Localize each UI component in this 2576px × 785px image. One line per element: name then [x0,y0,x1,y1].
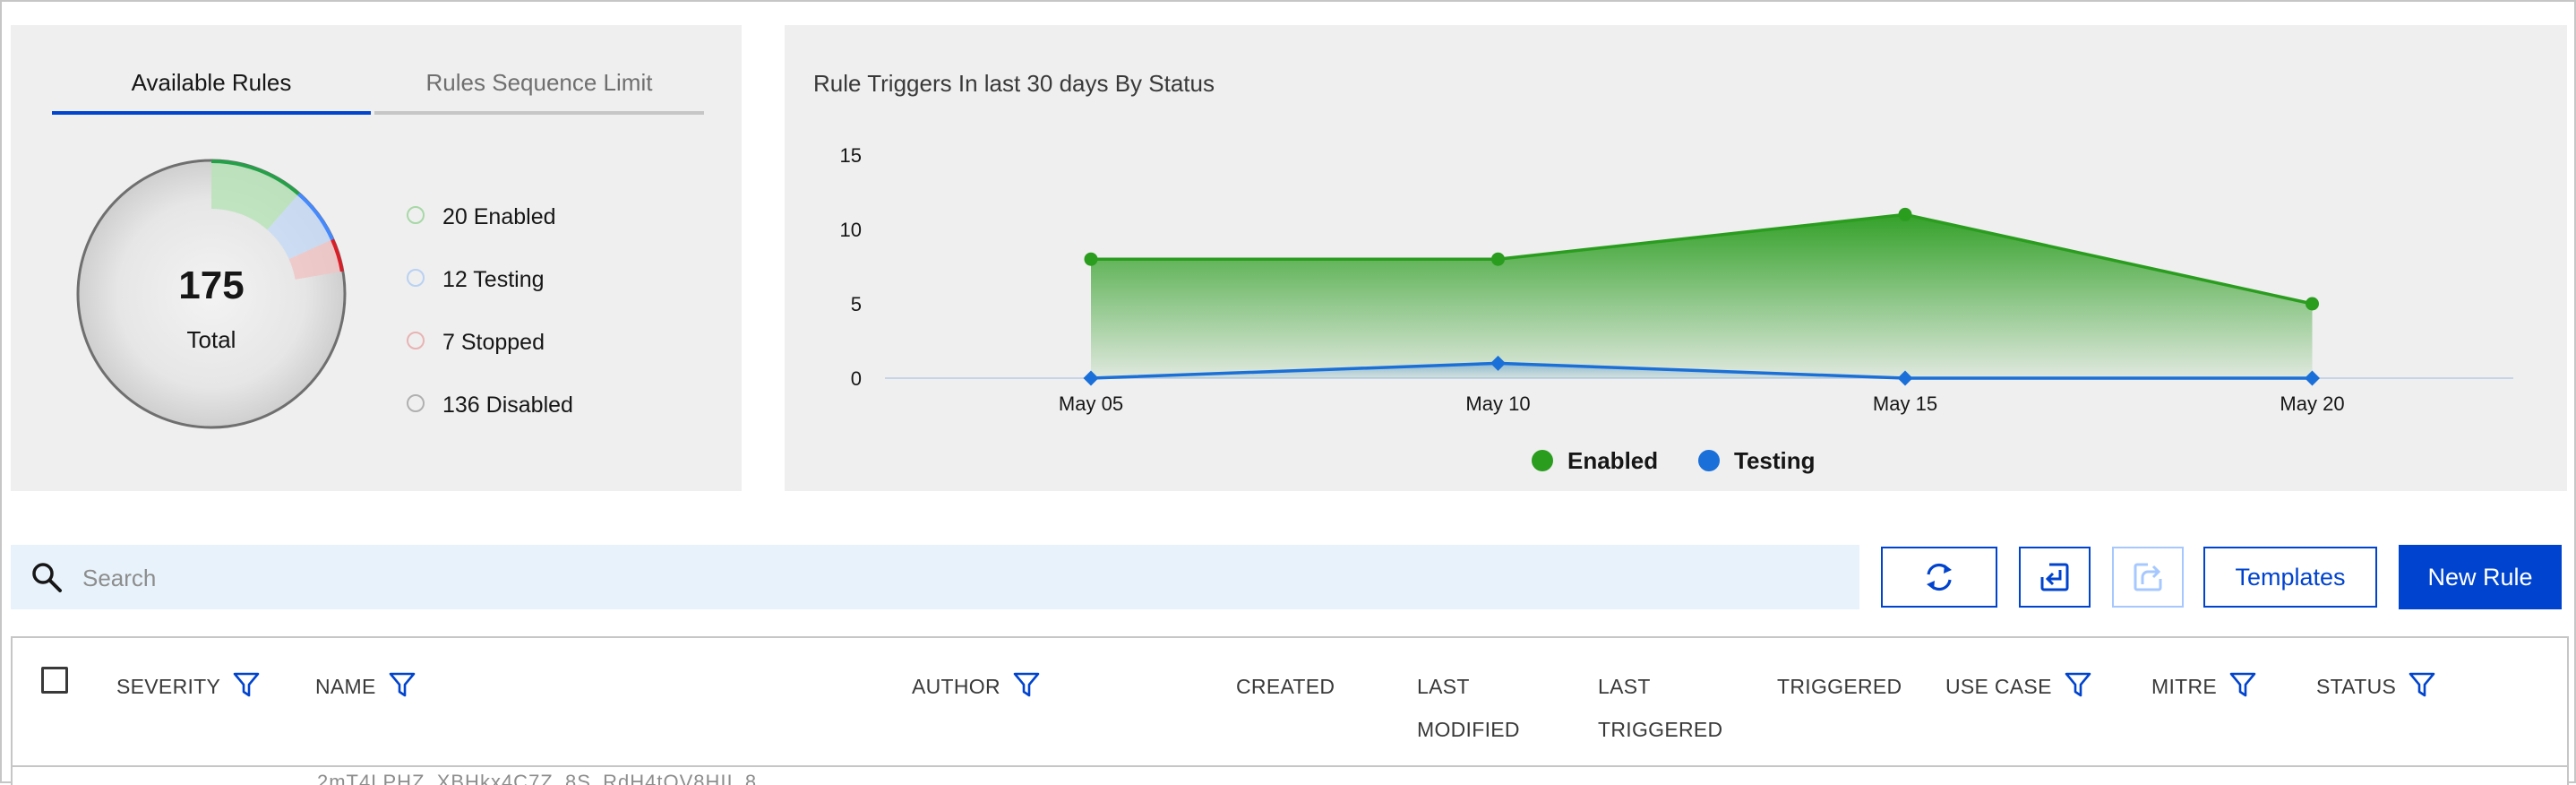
column-header-label: SEVERITY [116,675,221,698]
legend-enabled-dot-icon[interactable] [1532,450,1553,471]
legend-testing-label[interactable]: Testing [1734,447,1816,474]
column-header-label: MITRE [2151,675,2218,698]
x-tick-label: May 10 [1465,392,1530,415]
rules-page: Available Rules Rules Sequence Limit 175… [0,0,2576,785]
legend-disabled[interactable]: 136 Disabled [407,392,573,455]
column-header-label: TRIGGERED [1598,718,1723,741]
rules-table: SEVERITY NAME AUTHOR CREATED LAST MODIFIED LAS… [11,636,2569,785]
new-rule-button[interactable]: New Rule [2399,545,2562,609]
column-header-mitre[interactable]: MITRE [2151,665,2256,712]
x-tick-label: May 15 [1873,392,1937,415]
stopped-dot-icon [407,332,425,349]
column-header-name[interactable]: NAME [315,665,416,712]
filter-icon[interactable] [1013,669,1040,712]
refresh-button[interactable] [1881,547,1997,608]
legend-enabled[interactable]: 20 Enabled [407,204,573,267]
rules-total-value: 175 [178,263,245,307]
legend-testing-dot-icon[interactable] [1698,450,1720,471]
legend-disabled-label: 136 Disabled [442,392,573,418]
column-header-use-case[interactable]: USE CASE [1945,665,2091,712]
column-header-severity[interactable]: SEVERITY [116,665,260,712]
y-tick-label: 15 [840,144,862,167]
column-header-label: CREATED [1236,675,1335,698]
import-icon [2040,563,2069,591]
export-icon [2134,563,2162,591]
column-header-label: TRIGGERED [1777,675,1902,698]
column-header-last-triggered[interactable]: LAST TRIGGERED [1598,665,1722,751]
rule-triggers-chart-panel: Rule Triggers In last 30 days By Status … [785,25,2567,491]
legend-testing[interactable]: 12 Testing [407,267,573,330]
templates-button[interactable]: Templates [2203,547,2377,608]
y-tick-label: 5 [851,293,862,315]
enabled-dot-icon [407,206,425,224]
column-header-status[interactable]: STATUS [2316,665,2435,712]
filter-icon[interactable] [2409,669,2435,712]
rules-summary-panel: Available Rules Rules Sequence Limit 175… [11,25,742,491]
search-input[interactable] [81,559,1840,597]
refresh-icon [1927,563,1952,591]
legend-stopped-label: 7 Stopped [442,330,545,355]
tab-rules-sequence-limit[interactable]: Rules Sequence Limit [374,65,704,115]
disabled-dot-icon [407,394,425,412]
column-header-label: NAME [315,675,376,698]
column-header-author[interactable]: AUTHOR [912,665,1040,712]
column-header-label: MODIFIED [1417,718,1520,741]
tab-available-rules[interactable]: Available Rules [52,65,371,115]
column-header-triggered[interactable]: TRIGGERED [1777,665,1902,708]
legend-enabled-label[interactable]: Enabled [1567,447,1658,474]
column-header-label: STATUS [2316,675,2397,698]
search-icon [32,563,62,592]
point-enabled[interactable] [1491,252,1505,266]
filter-icon[interactable] [233,669,260,712]
search-bar [11,545,1859,609]
column-header-created[interactable]: CREATED [1236,665,1335,708]
rules-total-label: Total [186,326,236,353]
column-header-label: LAST [1598,675,1651,698]
filter-icon[interactable] [2065,669,2091,712]
area-enabled [1091,214,2313,378]
legend-stopped[interactable]: 7 Stopped [407,330,573,392]
point-enabled[interactable] [2306,297,2319,311]
filter-icon[interactable] [2229,669,2256,712]
table-header-divider [13,765,2567,767]
point-enabled[interactable] [1898,207,1912,221]
legend-enabled-label: 20 Enabled [442,204,556,229]
column-header-last-modified[interactable]: LAST MODIFIED [1417,665,1520,751]
column-header-label: LAST [1417,675,1470,698]
point-enabled[interactable] [1084,252,1098,266]
y-tick-label: 0 [851,367,862,390]
legend-testing-label: 12 Testing [442,267,545,292]
import-button[interactable] [2019,547,2091,608]
testing-dot-icon [407,269,425,287]
select-all-checkbox[interactable] [41,667,68,694]
x-tick-label: May 20 [2280,392,2344,415]
filter-icon[interactable] [389,669,416,712]
rules-status-legend: 20 Enabled 12 Testing 7 Stopped 136 Disa… [407,204,573,455]
x-tick-label: May 05 [1059,392,1123,415]
column-header-label: USE CASE [1945,675,2052,698]
export-button[interactable] [2112,547,2184,608]
rule-triggers-chart: 0 5 10 15 May 05 May 10 May 15 May 20 Enabled Tes… [840,144,2513,474]
column-header-label: AUTHOR [912,675,1000,698]
y-tick-label: 10 [840,219,862,241]
